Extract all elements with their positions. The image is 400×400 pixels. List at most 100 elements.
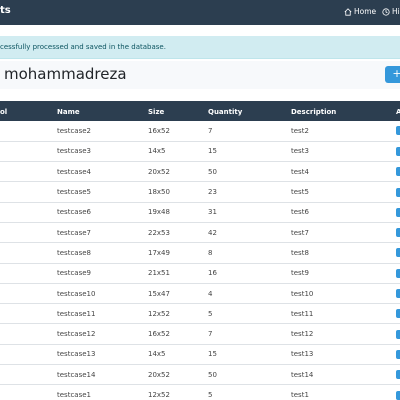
- table-row: testcase6 19x48 31 test6: [0, 202, 400, 223]
- products-table: ol Name Size Quantity Description A test…: [0, 101, 400, 400]
- cell-symbol: [0, 182, 57, 202]
- cell-quantity: 5: [208, 391, 213, 399]
- cell-symbol: [0, 304, 57, 324]
- row-action-button[interactable]: [396, 248, 400, 258]
- row-action-button[interactable]: [396, 228, 400, 238]
- cell-actions: [396, 385, 400, 400]
- cell-name: testcase8: [57, 248, 91, 257]
- cell-name: testcase1: [57, 391, 91, 399]
- brand-title[interactable]: ts: [0, 5, 11, 16]
- column-header-name: Name: [57, 107, 80, 116]
- cell-actions: [396, 202, 400, 222]
- cell-quantity: 7: [208, 330, 213, 339]
- cell-actions: [396, 283, 400, 303]
- column-header-quantity: Quantity: [208, 107, 243, 116]
- row-action-button[interactable]: [396, 126, 400, 136]
- top-navbar: ts Home His: [0, 0, 400, 25]
- row-action-button[interactable]: [396, 390, 400, 400]
- row-action-button[interactable]: [396, 349, 400, 359]
- column-header-size: Size: [148, 107, 165, 116]
- cell-size: 20x52: [148, 167, 170, 176]
- column-header-actions: A: [396, 107, 400, 116]
- cell-symbol: [0, 243, 57, 263]
- cell-name: testcase13: [57, 350, 96, 359]
- success-alert: cessfully processed and saved in the dat…: [0, 36, 400, 59]
- table-row: testcase7 22x53 42 test7: [0, 222, 400, 243]
- column-header-symbol: ol: [0, 107, 8, 116]
- cell-description: test10: [291, 289, 314, 298]
- table-row: testcase13 14x5 15 test13: [0, 344, 400, 365]
- cell-size: 16x52: [148, 126, 170, 135]
- cell-size: 15x47: [148, 289, 170, 298]
- page-title: mohammadreza: [4, 65, 127, 83]
- cell-description: test6: [291, 208, 309, 217]
- cell-actions: [396, 222, 400, 242]
- cell-description: test5: [291, 188, 309, 197]
- row-action-button[interactable]: [396, 167, 400, 177]
- cell-description: test9: [291, 269, 309, 278]
- cell-symbol: [0, 344, 57, 364]
- cell-quantity: 15: [208, 350, 217, 359]
- row-action-button[interactable]: [396, 146, 400, 156]
- cell-size: 18x50: [148, 188, 170, 197]
- column-header-description: Description: [291, 107, 337, 116]
- cell-quantity: 16: [208, 269, 217, 278]
- cell-name: testcase2: [57, 126, 91, 135]
- table-row: testcase9 21x51 16 test9: [0, 263, 400, 284]
- cell-description: test13: [291, 350, 314, 359]
- nav-history-label: His: [392, 7, 400, 16]
- table-row: testcase5 18x50 23 test5: [0, 182, 400, 203]
- cell-symbol: [0, 385, 57, 400]
- cell-name: testcase6: [57, 208, 91, 217]
- cell-quantity: 4: [208, 289, 213, 298]
- cell-size: 16x52: [148, 330, 170, 339]
- cell-description: test1: [291, 391, 309, 399]
- row-action-button[interactable]: [396, 329, 400, 339]
- cell-name: testcase3: [57, 147, 91, 156]
- cell-description: test12: [291, 330, 314, 339]
- cell-name: testcase14: [57, 370, 96, 379]
- table-row: testcase4 20x52 50 test4: [0, 162, 400, 182]
- row-action-button[interactable]: [396, 187, 400, 197]
- cell-name: testcase10: [57, 289, 96, 298]
- cell-quantity: 50: [208, 370, 217, 379]
- add-button[interactable]: +: [385, 66, 400, 83]
- cell-actions: [396, 365, 400, 385]
- cell-quantity: 8: [208, 248, 213, 257]
- nav-home-link[interactable]: Home: [344, 7, 376, 16]
- row-action-button[interactable]: [396, 309, 400, 319]
- row-action-button[interactable]: [396, 289, 400, 299]
- cell-size: 12x52: [148, 391, 170, 399]
- cell-description: test11: [291, 309, 314, 318]
- cell-size: 12x52: [148, 309, 170, 318]
- cell-symbol: [0, 121, 57, 141]
- cell-size: 19x48: [148, 208, 170, 217]
- cell-description: test14: [291, 370, 314, 379]
- cell-symbol: [0, 222, 57, 242]
- cell-size: 20x52: [148, 370, 170, 379]
- cell-actions: [396, 324, 400, 344]
- cell-name: testcase9: [57, 269, 91, 278]
- table-row: testcase14 20x52 50 test14: [0, 365, 400, 385]
- cell-name: testcase7: [57, 228, 91, 237]
- cell-actions: [396, 304, 400, 324]
- row-action-button[interactable]: [396, 207, 400, 217]
- cell-quantity: 7: [208, 126, 213, 135]
- cell-size: 21x51: [148, 269, 170, 278]
- table-row: testcase10 15x47 4 test10: [0, 283, 400, 304]
- nav-history-link[interactable]: His: [382, 7, 400, 16]
- cell-description: test4: [291, 167, 309, 176]
- cell-name: testcase12: [57, 330, 96, 339]
- table-row: testcase3 14x5 15 test3: [0, 141, 400, 162]
- cell-quantity: 5: [208, 309, 213, 318]
- history-icon: [382, 7, 390, 16]
- cell-actions: [396, 263, 400, 283]
- row-action-button[interactable]: [396, 370, 400, 380]
- cell-quantity: 31: [208, 208, 217, 217]
- page-header: mohammadreza: [0, 61, 400, 89]
- cell-quantity: 50: [208, 167, 217, 176]
- row-action-button[interactable]: [396, 268, 400, 278]
- cell-actions: [396, 344, 400, 364]
- cell-actions: [396, 141, 400, 161]
- cell-name: testcase11: [57, 309, 96, 318]
